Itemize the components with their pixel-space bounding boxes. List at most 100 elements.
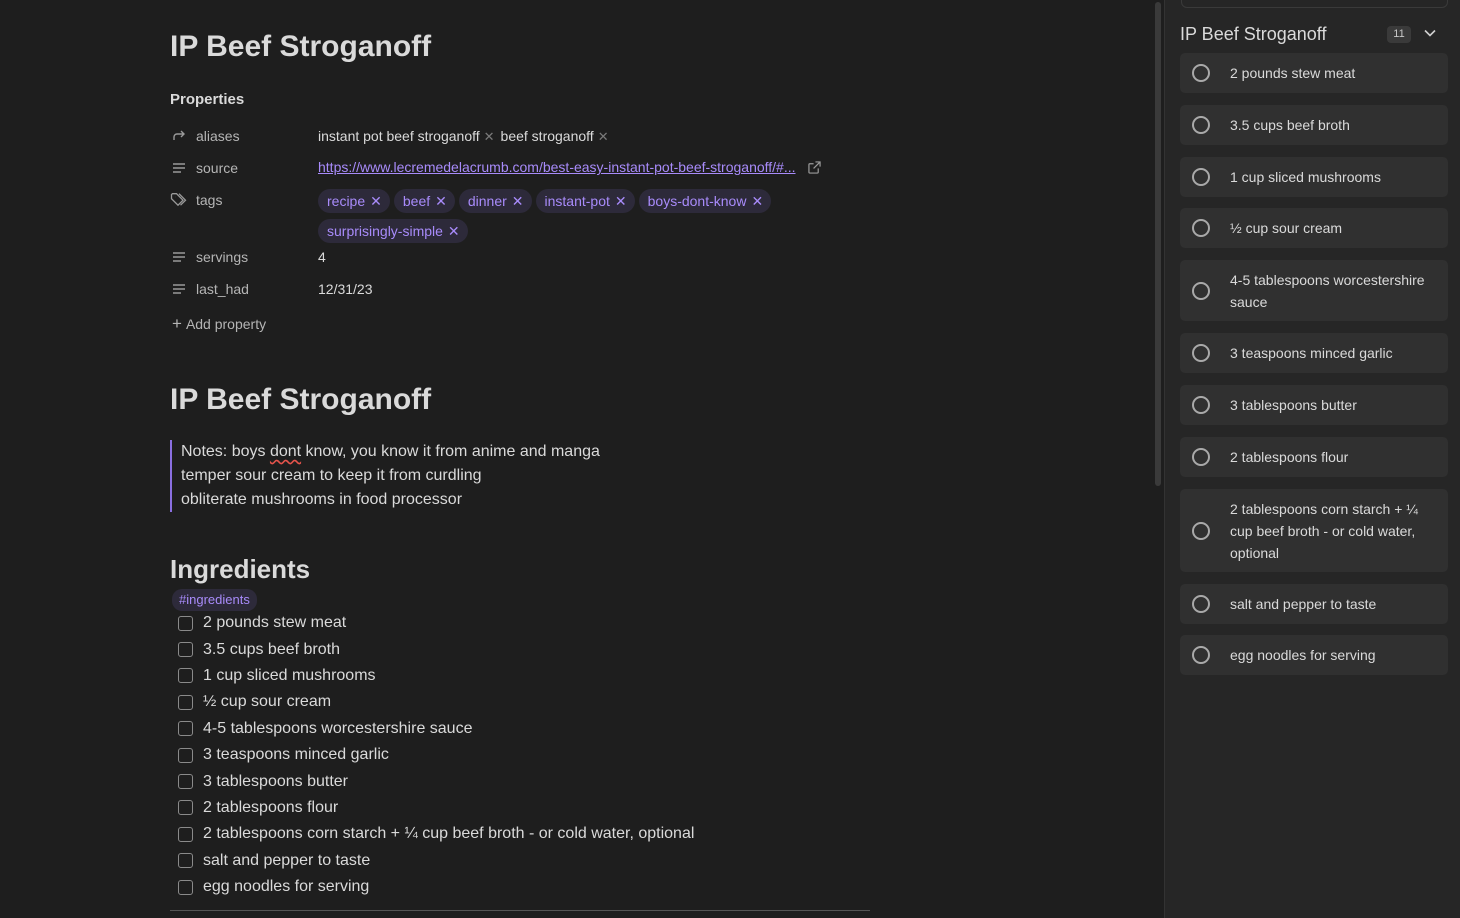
task-radio-button[interactable] <box>1192 646 1210 664</box>
checkbox[interactable] <box>178 800 193 816</box>
task-radio-button[interactable] <box>1192 64 1210 82</box>
task-text: egg noodles for serving <box>1230 647 1376 663</box>
checkbox[interactable] <box>178 879 193 895</box>
checklist-item-text[interactable]: salt and pepper to taste <box>203 852 370 870</box>
property-key-source[interactable]: source <box>196 160 238 176</box>
checklist-item-text[interactable]: 1 cup sliced mushrooms <box>203 667 376 685</box>
checklist-item: 4-5 tablespoons worcestershire sauce <box>170 716 694 742</box>
checkbox[interactable] <box>178 747 193 763</box>
task-radio-button[interactable] <box>1192 281 1210 300</box>
tag-pill[interactable]: surprisingly-simple ✕ <box>318 219 468 243</box>
checkbox[interactable] <box>178 826 193 842</box>
checkbox[interactable] <box>178 615 193 631</box>
ingredients-hashtag[interactable]: #ingredients <box>172 589 257 611</box>
checklist-item-text[interactable]: ½ cup sour cream <box>203 693 331 711</box>
task-card[interactable]: salt and pepper to taste <box>1180 584 1448 624</box>
alias-value[interactable]: beef stroganoff <box>501 128 594 144</box>
remove-alias-icon[interactable]: ✕ <box>598 129 609 144</box>
task-text: 3 tablespoons butter <box>1230 397 1357 413</box>
misspelled-word[interactable]: dont <box>270 443 301 460</box>
task-card[interactable]: 2 pounds stew meat <box>1180 53 1448 93</box>
task-text: 2 tablespoons corn starch + ¼ cup beef b… <box>1230 500 1418 561</box>
chevron-down-icon[interactable] <box>1423 26 1437 45</box>
task-radio-button[interactable] <box>1192 116 1210 134</box>
property-servings: servings 4 <box>170 245 326 269</box>
remove-tag-icon[interactable]: ✕ <box>615 193 627 209</box>
tags-icon <box>170 191 188 209</box>
tags-list: recipe ✕ beef ✕ dinner ✕ instant-pot ✕ boys-dont… <box>318 189 878 249</box>
tag-label: dinner <box>467 193 507 209</box>
property-key-servings[interactable]: servings <box>196 249 248 265</box>
tag-label: boys-dont-know <box>647 193 747 209</box>
checkbox[interactable] <box>178 721 193 737</box>
task-card[interactable]: 3 tablespoons butter <box>1180 385 1448 425</box>
task-radio-button[interactable] <box>1192 219 1210 237</box>
sidebar-title[interactable]: IP Beef Stroganoff <box>1180 24 1326 45</box>
property-key-last-had[interactable]: last_had <box>196 281 249 297</box>
task-radio-button[interactable] <box>1192 448 1210 466</box>
tasks-sidebar: IP Beef Stroganoff 11 2 pounds stew meat… <box>1165 0 1460 918</box>
alias-value[interactable]: instant pot beef stroganoff <box>318 128 480 144</box>
remove-alias-icon[interactable]: ✕ <box>484 129 495 144</box>
tag-pill[interactable]: beef ✕ <box>393 189 455 213</box>
external-link-icon[interactable] <box>807 160 821 177</box>
checkbox[interactable] <box>178 642 193 658</box>
property-key-tags[interactable]: tags <box>196 192 222 208</box>
task-card[interactable]: 3 teaspoons minced garlic <box>1180 333 1448 373</box>
checklist-item: salt and pepper to taste <box>170 848 694 874</box>
checkbox[interactable] <box>178 853 193 869</box>
task-radio-button[interactable] <box>1192 344 1210 362</box>
checklist-item-text[interactable]: egg noodles for serving <box>203 878 369 896</box>
checkbox[interactable] <box>178 668 193 684</box>
task-card[interactable]: 4-5 tablespoons worcestershire sauce <box>1180 260 1448 321</box>
checklist-item-text[interactable]: 3.5 cups beef broth <box>203 641 340 659</box>
properties-heading[interactable]: Properties <box>170 91 244 108</box>
task-card[interactable]: 3.5 cups beef broth <box>1180 105 1448 145</box>
task-card[interactable]: egg noodles for serving <box>1180 635 1448 675</box>
notes-line: temper sour cream to keep it from curdli… <box>181 467 482 484</box>
checkbox[interactable] <box>178 774 193 790</box>
tag-pill[interactable]: recipe ✕ <box>318 189 390 213</box>
task-text: 3.5 cups beef broth <box>1230 117 1350 133</box>
content-heading[interactable]: IP Beef Stroganoff <box>170 383 431 417</box>
horizontal-rule <box>170 910 870 911</box>
task-radio-button[interactable] <box>1192 595 1210 613</box>
checklist-item-text[interactable]: 3 teaspoons minced garlic <box>203 746 389 764</box>
add-property-button[interactable]: + Add property <box>172 314 266 334</box>
notes-callout[interactable]: Notes: boys dont know, you know it from … <box>170 440 781 512</box>
servings-value[interactable]: 4 <box>318 249 326 265</box>
tag-label: recipe <box>327 193 366 209</box>
property-key-aliases[interactable]: aliases <box>196 128 240 144</box>
sidebar-top-panel <box>1181 0 1448 8</box>
task-card[interactable]: ½ cup sour cream <box>1180 208 1448 248</box>
remove-tag-icon[interactable]: ✕ <box>370 193 382 209</box>
remove-tag-icon[interactable]: ✕ <box>435 193 447 209</box>
checklist-item-text[interactable]: 2 tablespoons flour <box>203 799 338 817</box>
source-link[interactable]: https://www.lecremedelacrumb.com/best-ea… <box>318 159 796 175</box>
checklist-item-text[interactable]: 4-5 tablespoons worcestershire sauce <box>203 720 472 738</box>
task-radio-button[interactable] <box>1192 168 1210 186</box>
note-title[interactable]: IP Beef Stroganoff <box>170 30 431 64</box>
last-had-value[interactable]: 12/31/23 <box>318 281 373 297</box>
task-card[interactable]: 2 tablespoons flour <box>1180 437 1448 477</box>
remove-tag-icon[interactable]: ✕ <box>751 193 763 209</box>
task-radio-button[interactable] <box>1192 396 1210 414</box>
checklist-item-text[interactable]: 3 tablespoons butter <box>203 773 348 791</box>
task-radio-button[interactable] <box>1192 521 1210 540</box>
task-card[interactable]: 1 cup sliced mushrooms <box>1180 157 1448 197</box>
notes-text: Notes: boys <box>181 443 270 460</box>
checklist-item-text[interactable]: 2 pounds stew meat <box>203 614 346 632</box>
tag-pill[interactable]: dinner ✕ <box>458 189 532 213</box>
aliases-values: instant pot beef stroganoff ✕ beef strogan… <box>318 128 615 145</box>
remove-tag-icon[interactable]: ✕ <box>512 193 524 209</box>
checklist-item-text[interactable]: 2 tablespoons corn starch + ¼ cup beef b… <box>203 825 694 843</box>
editor-pane: IP Beef Stroganoff Properties aliases in… <box>0 0 1164 918</box>
editor-scrollbar[interactable] <box>1155 2 1161 486</box>
task-card[interactable]: 2 tablespoons corn starch + ¼ cup beef b… <box>1180 489 1448 572</box>
tag-pill[interactable]: instant-pot ✕ <box>535 189 635 213</box>
remove-tag-icon[interactable]: ✕ <box>448 223 460 239</box>
checkbox[interactable] <box>178 694 193 710</box>
ingredients-heading[interactable]: Ingredients <box>170 554 310 585</box>
tag-pill[interactable]: boys-dont-know ✕ <box>638 189 772 213</box>
ingredients-checklist: 2 pounds stew meat 3.5 cups beef broth 1… <box>170 610 694 900</box>
